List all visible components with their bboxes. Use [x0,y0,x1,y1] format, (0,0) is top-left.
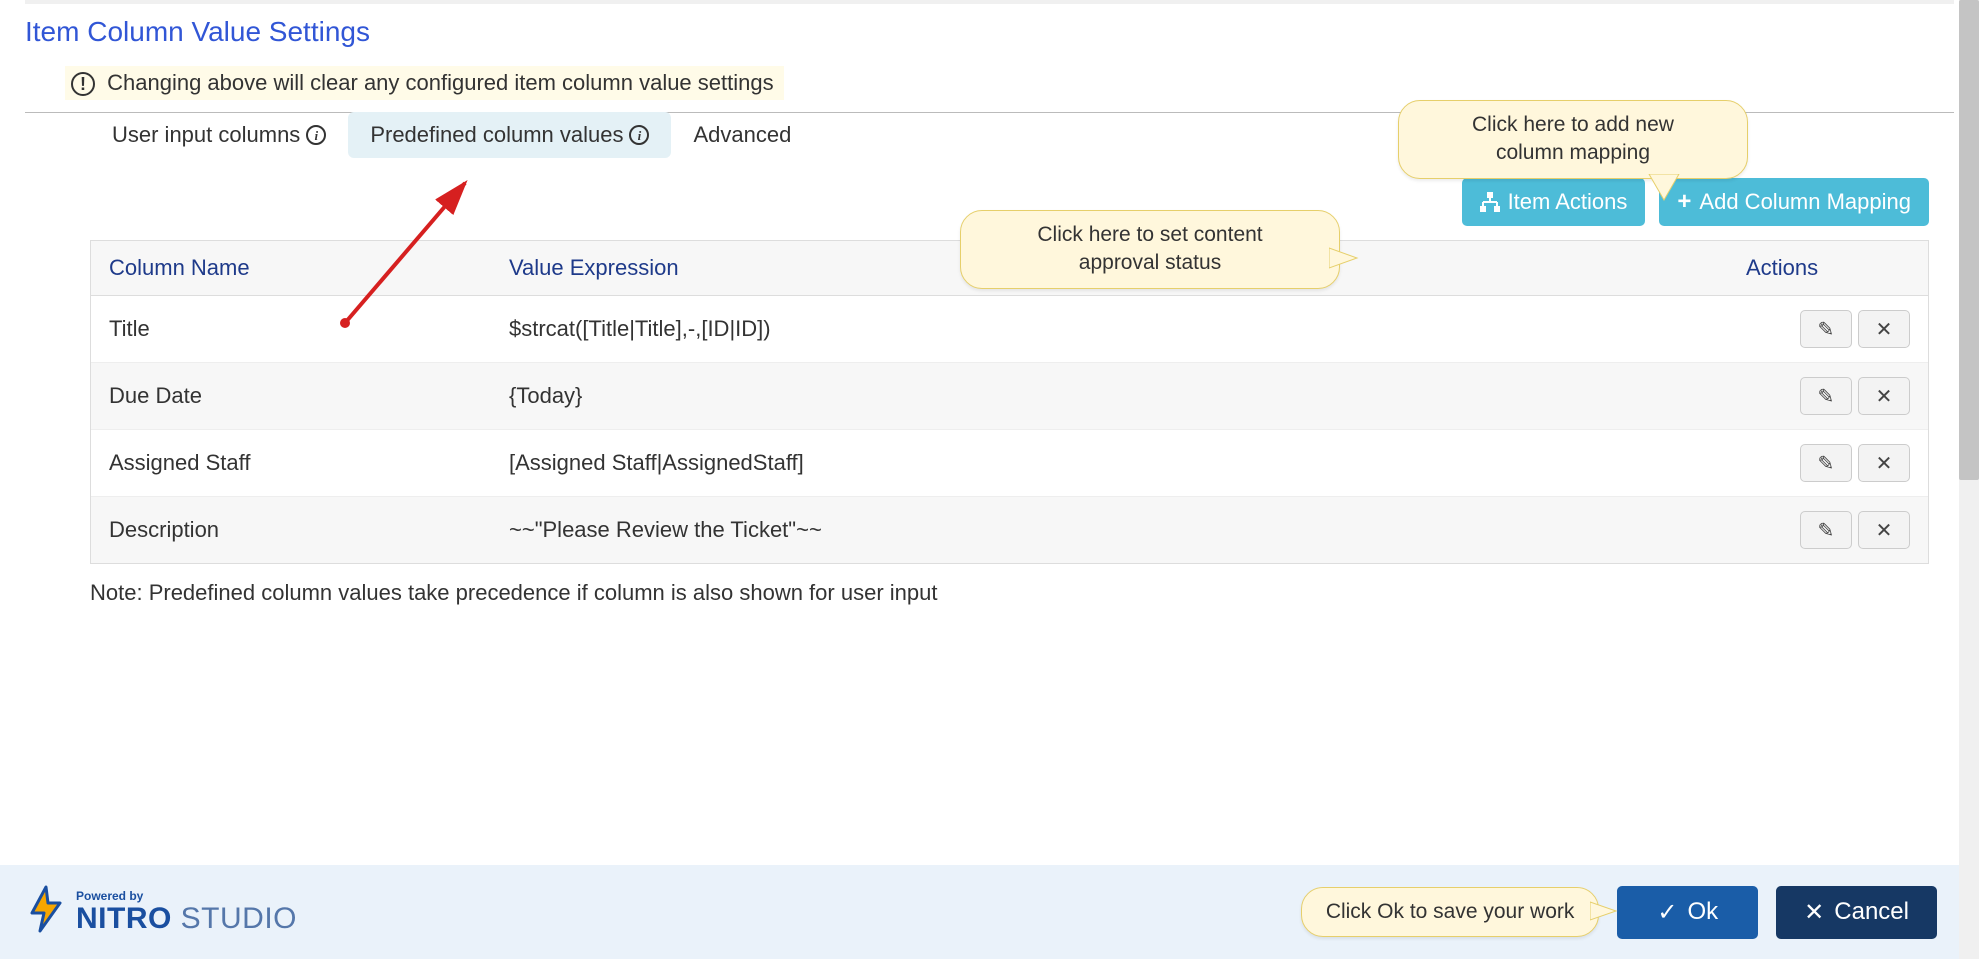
delete-button[interactable]: ✕ [1858,310,1910,348]
tab-label: User input columns [112,122,300,148]
top-divider [25,0,1954,4]
callout-add-mapping: Click here to add new column mapping [1398,100,1748,179]
pencil-icon: ✎ [1817,317,1834,342]
brand-name: NITRO STUDIO [76,904,297,934]
add-column-mapping-button[interactable]: + Add Column Mapping [1659,178,1929,226]
scrollbar-track[interactable] [1959,0,1979,959]
table-row: Assigned Staff [Assigned Staff|AssignedS… [91,430,1928,497]
delete-button[interactable]: ✕ [1858,511,1910,549]
tab-label: Advanced [693,122,791,148]
info-icon[interactable]: i [306,125,326,145]
cell-value-expression: ~~"Please Review the Ticket"~~ [491,497,1728,564]
warning-text: Changing above will clear any configured… [107,70,773,95]
tab-predefined-column-values[interactable]: Predefined column values i [348,112,671,158]
logo-mark-icon [22,885,70,939]
table-row: Description ~~"Please Review the Ticket"… [91,497,1928,564]
tab-advanced[interactable]: Advanced [671,112,813,158]
pencil-icon: ✎ [1817,451,1834,476]
brand-logo: Powered by NITRO STUDIO [22,885,297,939]
callout-tail-icon [1329,243,1359,273]
check-icon: ✓ [1657,898,1677,927]
callout-text: Click here to add new column mapping [1423,111,1723,168]
button-label: Add Column Mapping [1699,189,1911,215]
th-column-name: Column Name [91,241,491,296]
close-icon: ✕ [1876,384,1893,409]
callout-tail-icon [1590,898,1618,924]
button-label: Ok [1688,898,1719,926]
cancel-button[interactable]: ✕ Cancel [1776,886,1937,939]
cell-value-expression: [Assigned Staff|AssignedStaff] [491,430,1728,497]
button-label: Item Actions [1508,189,1628,215]
edit-button[interactable]: ✎ [1800,377,1852,415]
powered-by-label: Powered by [76,890,297,902]
close-icon: ✕ [1876,451,1893,476]
cell-column-name: Assigned Staff [91,430,491,497]
edit-button[interactable]: ✎ [1800,444,1852,482]
th-actions: Actions [1728,241,1928,296]
edit-button[interactable]: ✎ [1800,310,1852,348]
delete-button[interactable]: ✕ [1858,444,1910,482]
callout-text: Click Ok to save your work [1326,900,1575,923]
scrollbar-thumb[interactable] [1959,0,1979,480]
cell-column-name: Title [91,296,491,363]
button-label: Cancel [1834,898,1909,926]
close-icon: ✕ [1876,518,1893,543]
column-mapping-table: Column Name Value Expression Actions Tit… [90,240,1929,564]
callout-save: Click Ok to save your work [1301,887,1600,937]
warning-banner: ! Changing above will clear any configur… [65,66,784,100]
footer-bar: Powered by NITRO STUDIO Click Ok to save… [0,865,1959,959]
note-text: Note: Predefined column values take prec… [90,580,1954,606]
pencil-icon: ✎ [1817,384,1834,409]
table-row: Due Date {Today} ✎ ✕ [91,363,1928,430]
info-icon[interactable]: i [629,125,649,145]
cell-value-expression: {Today} [491,363,1728,430]
hierarchy-icon [1480,192,1500,212]
callout-text: Click here to set content approval statu… [985,221,1315,278]
edit-button[interactable]: ✎ [1800,511,1852,549]
cell-column-name: Due Date [91,363,491,430]
item-actions-button[interactable]: Item Actions [1462,178,1646,226]
alert-icon: ! [71,72,95,96]
cell-column-name: Description [91,497,491,564]
callout-tail-icon [1644,174,1684,202]
callout-approval-status: Click here to set content approval statu… [960,210,1340,289]
cell-value-expression: $strcat([Title|Title],-,[ID|ID]) [491,296,1728,363]
tab-user-input-columns[interactable]: User input columns i [90,112,348,158]
delete-button[interactable]: ✕ [1858,377,1910,415]
close-icon: ✕ [1804,898,1824,927]
tab-label: Predefined column values [370,122,623,148]
ok-button[interactable]: ✓ Ok [1617,886,1758,939]
close-icon: ✕ [1876,317,1893,342]
pencil-icon: ✎ [1817,518,1834,543]
table-row: Title $strcat([Title|Title],-,[ID|ID]) ✎… [91,296,1928,363]
page-title: Item Column Value Settings [25,16,1979,48]
